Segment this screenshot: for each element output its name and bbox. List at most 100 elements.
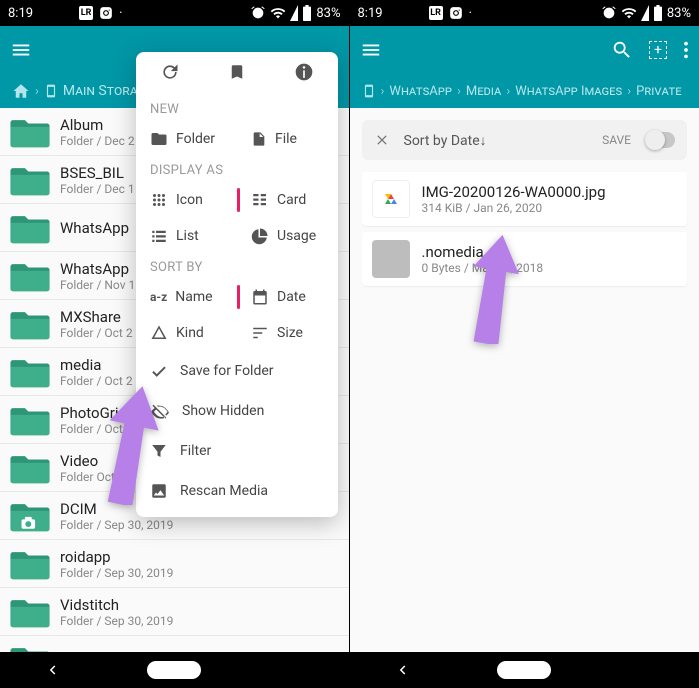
info-icon [294,62,314,82]
instagram-icon [449,6,463,20]
right-pane: 8:19 LR · 83% + › [350,0,699,688]
folder-icon [0,259,60,293]
new-folder[interactable]: Folder [136,121,237,157]
show-hidden[interactable]: Show Hidden [136,391,338,431]
display-card[interactable]: Card [237,182,338,218]
home-pill[interactable] [497,661,551,679]
file-sub: Folder / Sep 30, 2019 [60,614,173,628]
close-icon[interactable] [374,132,390,148]
more-icon[interactable] [683,39,689,61]
folder-icon [0,547,60,581]
instagram-icon [99,6,113,20]
hamburger-icon[interactable] [10,39,32,61]
list-item[interactable]: Vidstitch Folder / Sep 30, 2019 [0,588,349,636]
back-icon[interactable] [43,661,61,679]
lr-icon: LR [79,6,93,20]
sort-size[interactable]: Size [237,315,338,351]
folder-icon [0,355,60,389]
check-icon [150,362,168,380]
folder-icon [0,211,60,245]
chevron-right-icon: › [381,84,385,99]
breadcrumb-item[interactable]: WhatsApp [389,84,452,99]
breadcrumb-item[interactable]: Private [636,84,681,99]
file-sub: 314 KiB / Jan 26, 2020 [422,201,606,215]
refresh-button[interactable] [136,62,203,86]
filter-icon [150,442,168,460]
breadcrumb-item[interactable]: Media [466,84,501,99]
file-list[interactable]: IMG-20200126-WA0000.jpg 314 KiB / Jan 26… [350,172,699,286]
chevron-right-icon: › [506,84,510,99]
filter[interactable]: Filter [136,431,338,471]
card-icon [251,191,269,209]
breadcrumb-item[interactable]: WhatsApp Images [515,84,622,99]
pie-icon [251,227,269,245]
file-name: .nomedia [422,243,544,261]
wifi-icon [621,5,637,21]
back-icon[interactable] [393,661,411,679]
options-popup: NEW Folder File DISPLAY AS Icon Card Lis… [136,52,338,517]
storage-icon [44,82,58,100]
bookmark-button[interactable] [204,62,271,86]
status-time: 8:19 [358,6,383,21]
image-icon [389,6,403,20]
calendar-icon [251,288,269,306]
display-list[interactable]: List [136,218,237,254]
select-icon[interactable]: + [649,41,667,59]
folder-icon [0,163,60,197]
file-name: MXShare [60,308,133,326]
image-icon [409,6,423,20]
file-sub: Folder / Oct 2 [60,374,133,388]
info-button[interactable] [271,62,338,86]
storage-icon [362,82,376,100]
file-sub: Folder / Sep 30, 2019 [60,566,173,580]
file-sub: Folder / Dec 2 [60,134,135,148]
folder-icon [0,115,60,149]
sort-kind[interactable]: Kind [136,315,237,351]
folder-icon [0,451,60,485]
list-item[interactable]: IMG-20200126-WA0000.jpg 314 KiB / Jan 26… [362,172,688,226]
sort-name[interactable]: a-zName [136,279,237,315]
home-pill[interactable] [147,661,201,679]
thumbnail-icon [372,240,410,278]
status-dot-icon: · [469,6,472,21]
display-icon[interactable]: Icon [136,182,237,218]
file-sub: Folder / Oct 2 [60,326,133,340]
battery-icon [302,5,312,21]
new-file[interactable]: File [237,121,338,157]
file-name: media [60,356,133,374]
status-dot-icon: · [119,6,122,21]
file-sub: Folder / Sep 30, 2019 [60,518,173,532]
file-icon [251,130,267,148]
home-icon[interactable] [12,82,30,100]
file-name: IMG-20200126-WA0000.jpg [422,183,606,201]
folder-icon [0,595,60,629]
file-name: BSES_BIL [60,164,135,182]
app-bar: + [350,26,699,74]
hidden-icon [150,402,170,420]
display-usage[interactable]: Usage [237,218,338,254]
section-new: NEW [136,96,338,121]
battery-percent: 83% [667,6,691,21]
file-name: PhotoGrid [60,404,133,422]
lr-icon: LR [429,6,443,20]
save-for-folder[interactable]: Save for Folder [136,351,338,391]
file-name: Video [60,452,125,470]
sort-date[interactable]: Date [237,279,338,315]
hamburger-icon[interactable] [360,39,382,61]
sort-bar: Sort by Date↓ SAVE [362,120,688,160]
sort-label[interactable]: Sort by Date↓ [404,132,487,149]
save-toggle[interactable] [645,132,675,148]
chevron-right-icon: › [35,84,39,99]
battery-percent: 83% [316,6,340,21]
list-item[interactable]: roidapp Folder / Sep 30, 2019 [0,540,349,588]
rescan-media[interactable]: Rescan Media [136,471,338,511]
file-name: roidapp [60,548,173,566]
folder-icon [0,307,60,341]
status-time: 8:19 [8,6,33,21]
refresh-icon [160,62,180,82]
list-item[interactable]: .nomedia 0 Bytes / May 24, 2018 [362,232,688,286]
search-icon[interactable] [611,39,633,61]
folder-icon [0,499,60,533]
size-icon [251,324,269,342]
folder-icon [0,403,60,437]
